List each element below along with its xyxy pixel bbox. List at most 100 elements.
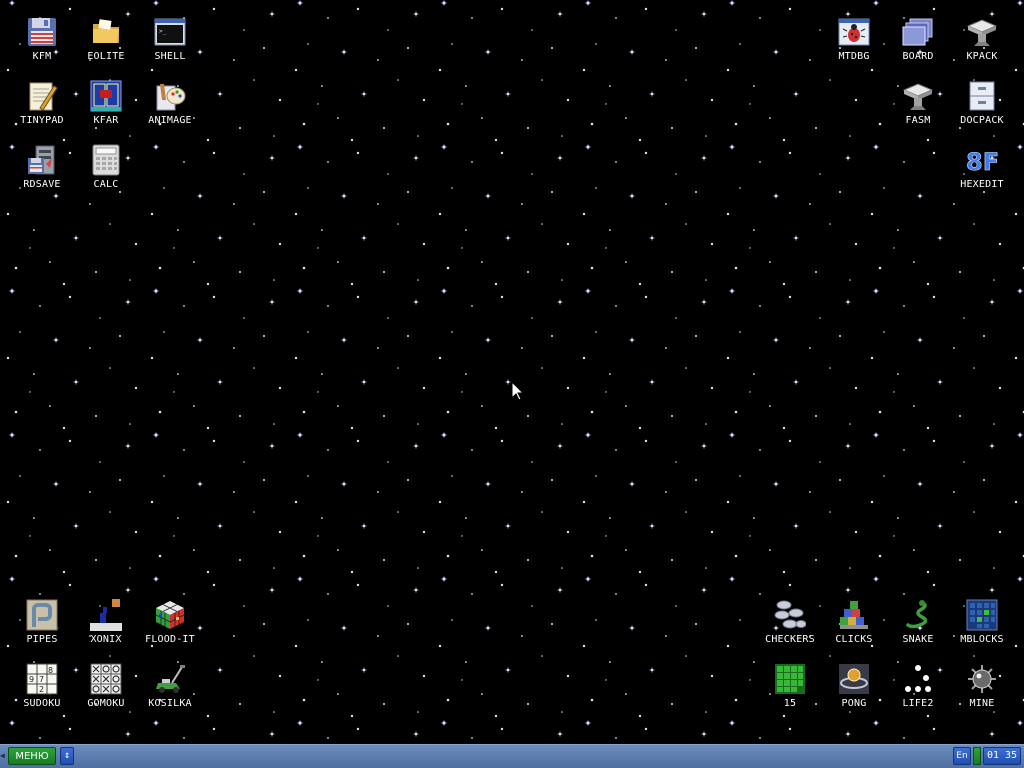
star	[6, 644, 10, 648]
desktop-icon-kfm[interactable]: KFM	[10, 16, 74, 80]
star	[109, 223, 111, 225]
star	[33, 229, 35, 231]
star	[350, 138, 354, 142]
star-glint	[629, 337, 635, 343]
star	[809, 491, 811, 493]
star	[878, 410, 882, 414]
desktop-icon-kfar[interactable]: KFAR	[74, 80, 138, 144]
star	[14, 266, 18, 270]
desktop-icon-snake[interactable]: SNAKE	[886, 599, 950, 663]
star	[294, 212, 298, 216]
star-glint	[9, 288, 15, 294]
star	[206, 570, 210, 574]
desktop-icon-clicks[interactable]: CLICKS	[822, 599, 886, 663]
desktop-icon-hexedit[interactable]: 8F HEXEDIT	[950, 144, 1014, 208]
desktop-icon-docpack[interactable]: DOCPACK	[950, 80, 1014, 144]
star-glint	[297, 0, 303, 6]
star	[451, 43, 453, 45]
star	[590, 554, 594, 558]
desktop-icon-mblocks[interactable]: MBLOCKS	[950, 599, 1014, 663]
star	[903, 305, 905, 307]
star	[327, 305, 329, 307]
star	[541, 223, 543, 225]
star-glint	[153, 288, 159, 294]
star	[461, 535, 463, 537]
star	[531, 173, 533, 175]
star	[638, 138, 642, 142]
star	[959, 271, 961, 273]
star	[446, 410, 450, 414]
star	[963, 461, 965, 463]
star	[665, 347, 667, 349]
star	[481, 261, 483, 263]
star	[973, 367, 975, 369]
star	[788, 151, 792, 155]
desktop-icon-shell[interactable]: >_ SHELL	[138, 16, 202, 80]
star	[243, 461, 245, 463]
desktop-icon-checkers[interactable]: CHECKERS	[758, 599, 822, 663]
star	[1014, 644, 1018, 648]
star-glint	[505, 667, 511, 673]
star	[273, 711, 275, 713]
star	[183, 161, 185, 163]
star	[815, 127, 817, 129]
star	[893, 391, 895, 393]
star	[897, 229, 899, 231]
star-glint	[217, 667, 223, 673]
desktop-icon-tinypad[interactable]: TINYPAD	[10, 80, 74, 144]
desktop-icon-gomoku[interactable]: GOMOKU	[74, 663, 138, 727]
star	[212, 151, 216, 155]
desktop-icon-pong[interactable]: PONG	[822, 663, 886, 727]
star	[397, 655, 399, 657]
star	[446, 554, 450, 558]
star	[829, 223, 831, 225]
star	[819, 461, 821, 463]
star	[494, 282, 498, 286]
desktop-icon-label: MINE	[969, 698, 995, 709]
desktop-icon-calc[interactable]: CALC	[74, 144, 138, 208]
star	[870, 212, 874, 216]
star	[173, 247, 175, 249]
desktop-icon-label: MBLOCKS	[960, 634, 1004, 645]
star	[590, 122, 594, 126]
taskbar-left-arrow-icon[interactable]: ◀	[0, 751, 6, 761]
star	[605, 391, 607, 393]
desktop-icon-pipes[interactable]: PIPES	[10, 599, 74, 663]
star	[615, 305, 617, 307]
taskbar-scroll-button[interactable]: ↕	[60, 747, 74, 765]
keyboard-layout-indicator[interactable]: En	[953, 747, 971, 765]
desktop-icon-kpack[interactable]: KPACK	[950, 16, 1014, 80]
xonix-icon	[90, 599, 122, 631]
star-glint	[125, 731, 131, 737]
desktop-icon-mtdbg[interactable]: MTDBG	[822, 16, 886, 80]
desktop-icon-flood-it[interactable]: FLOOD-IT	[138, 599, 202, 663]
main-menu-button[interactable]: МЕНЮ	[8, 747, 56, 765]
desktop-icon-life2[interactable]: LIFE2	[886, 663, 950, 727]
desktop-icon-animage[interactable]: ANIMAGE	[138, 80, 202, 144]
desktop-icon-eolite[interactable]: EOLITE	[74, 16, 138, 80]
desktop-icon-15[interactable]: 15	[758, 663, 822, 727]
desktop-icon-kosilka[interactable]: KOSILKA	[138, 663, 202, 727]
desktop-icon-mine[interactable]: MINE	[950, 663, 1014, 727]
star-glint	[1017, 144, 1023, 150]
desktop-icon-label: DOCPACK	[960, 115, 1004, 126]
desktop-icon-sudoku[interactable]: 8 9 7 2 SUDOKU	[10, 663, 74, 727]
desktop-icon-board[interactable]: BOARD	[886, 16, 950, 80]
star	[356, 727, 360, 731]
clock[interactable]: 01 35	[983, 747, 1021, 765]
desktop-icon-fasm[interactable]: FASM	[886, 80, 950, 144]
desktop-icon-xonix[interactable]: XONIX	[74, 599, 138, 663]
desktop-icon-label: FLOOD-IT	[145, 634, 195, 645]
star	[233, 635, 235, 637]
star	[278, 530, 282, 534]
star	[595, 187, 597, 189]
desktop[interactable]: KFM EOLITE >_ SHELL TINYPAD KFAR ANIMAGE…	[0, 0, 1024, 744]
star	[294, 68, 298, 72]
star-glint	[773, 193, 779, 199]
star	[356, 295, 360, 299]
star	[158, 410, 162, 414]
desktop-icon-rdsave[interactable]: RDSAVE	[10, 144, 74, 208]
star	[438, 212, 442, 216]
star	[769, 117, 771, 119]
star	[494, 570, 498, 574]
